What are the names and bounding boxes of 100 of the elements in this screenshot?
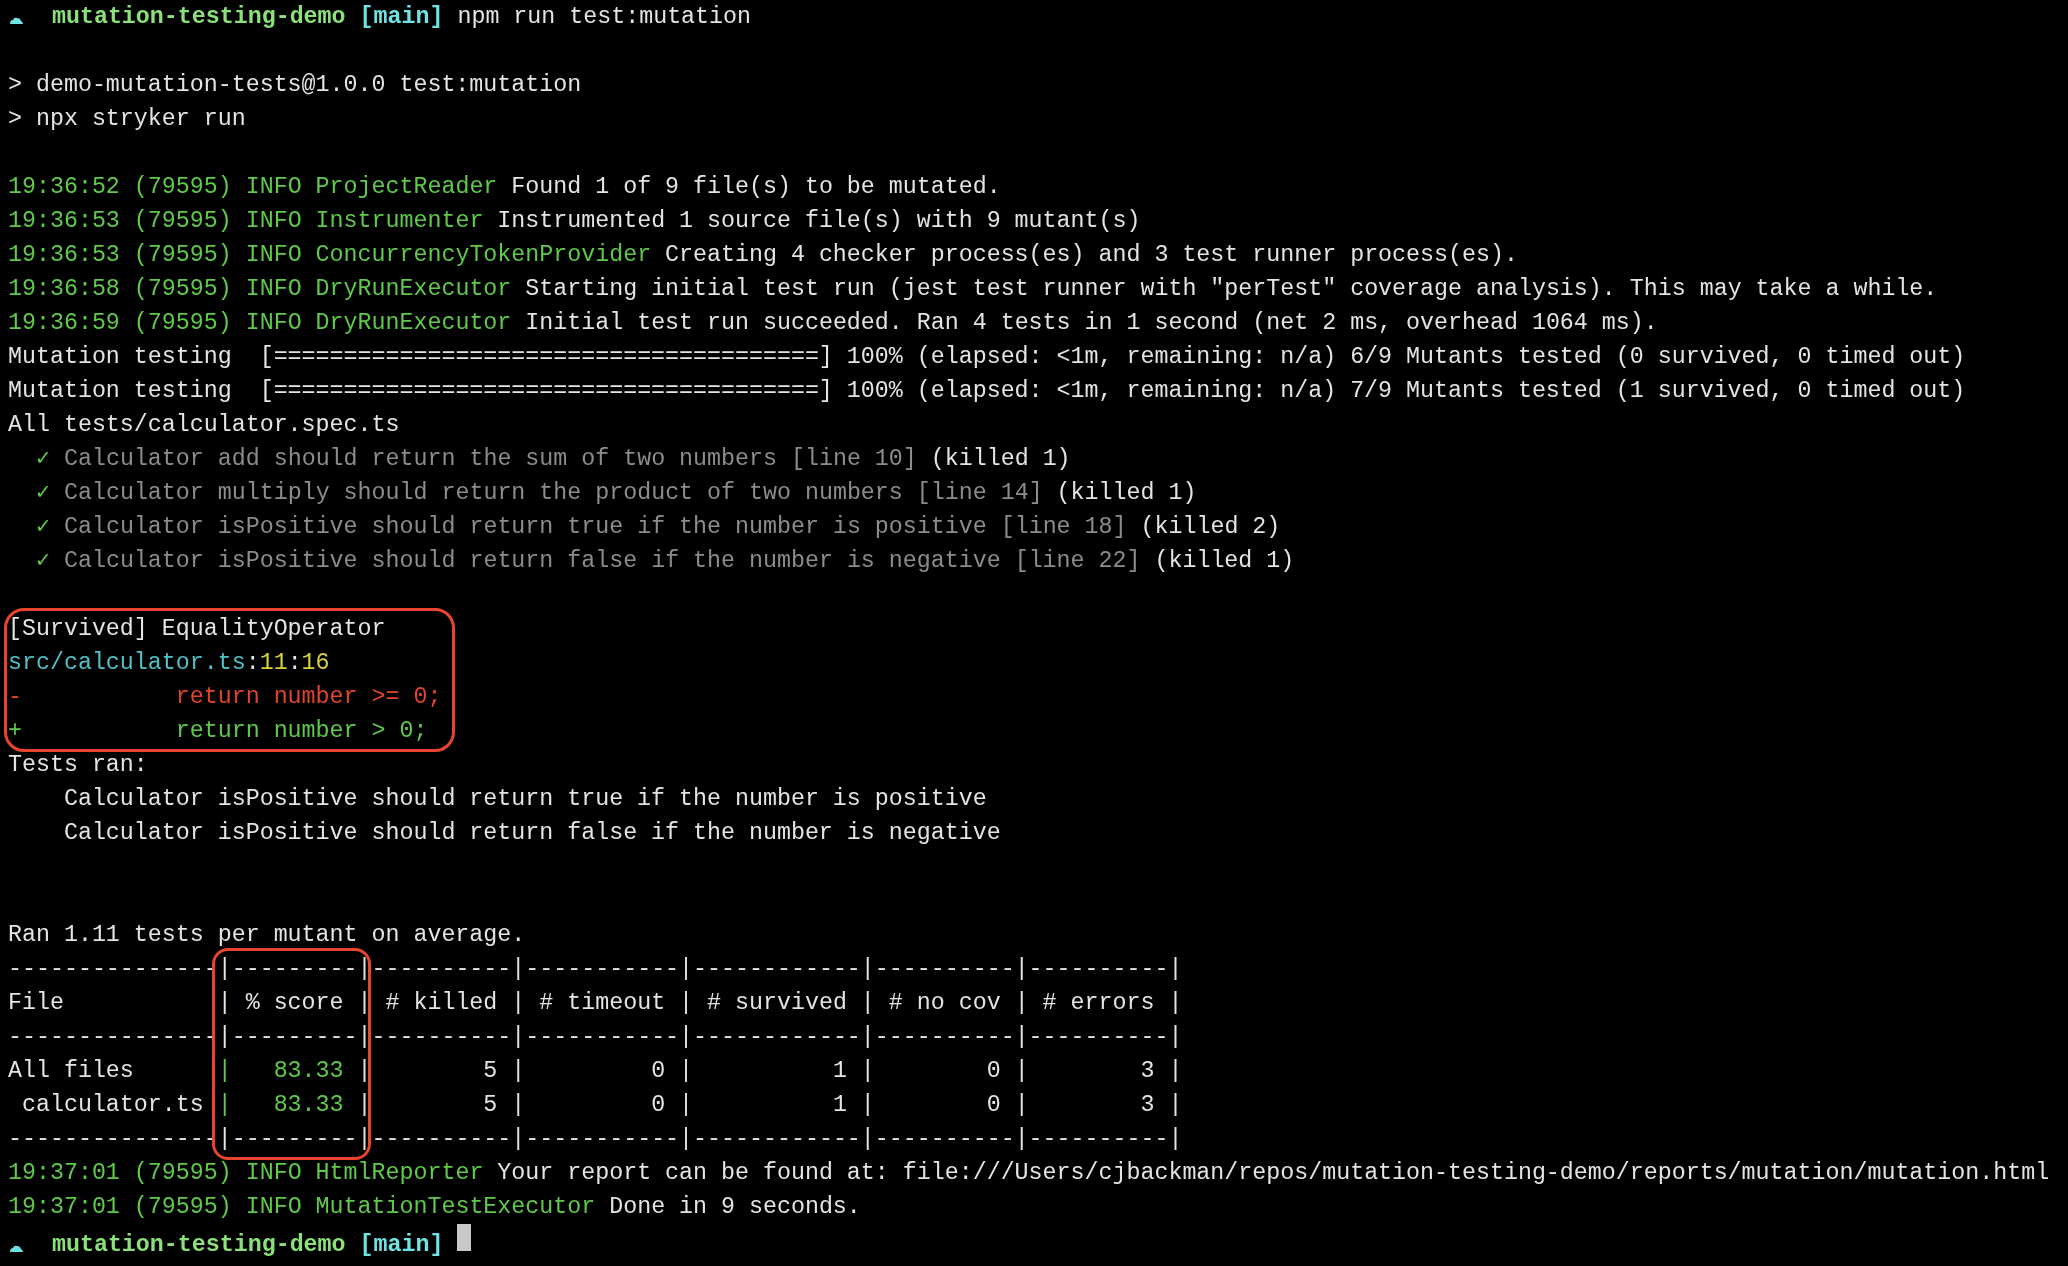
table-cell-text: | 0 xyxy=(860,1091,1002,1120)
table-rule: |----------| xyxy=(1014,1023,1183,1052)
table-cell-text: | 83.33 xyxy=(217,1057,345,1086)
log-message: Found 1 of 9 file(s) to be mutated. xyxy=(511,174,1001,200)
log-message: Your report can be found at: file:///Users/cjbackman/repos/mutation-testing-demo/reports/mutation/mutation.html xyxy=(497,1160,2050,1186)
line-reference: [line 22] xyxy=(1014,548,1141,574)
logger-name: Instrumenter xyxy=(315,208,484,234)
table-rule: |----------| xyxy=(1014,955,1183,984)
mutator-name: EqualityOperator xyxy=(161,616,386,642)
mutant-status: [Survived] xyxy=(8,616,148,642)
column-number: 16 xyxy=(301,650,330,676)
log-message: Done in 9 seconds. xyxy=(609,1194,861,1220)
check-mark: ✓ xyxy=(35,446,50,472)
branch-name: [main] xyxy=(359,1232,444,1258)
process-id: (79595) xyxy=(133,174,232,200)
test-name: Calculator isPositive should return true if the number is positive xyxy=(64,514,987,540)
kill-count: (killed 1) xyxy=(930,446,1071,472)
table-cell-text: | 1 xyxy=(679,1091,848,1120)
logger-name: ProjectReader xyxy=(315,174,498,200)
logger-name: ConcurrencyTokenProvider xyxy=(315,242,652,268)
separator: : xyxy=(287,650,302,676)
table-rule: |---------- xyxy=(860,955,1015,984)
test-name: Calculator isPositive should return false if the number is negative xyxy=(64,548,1001,574)
log-level: INFO xyxy=(245,1160,302,1186)
table-cell-text: | 0 xyxy=(860,1057,1002,1086)
test-name: Calculator multiply should return the product of two numbers xyxy=(64,480,903,506)
line-reference: [line 14] xyxy=(916,480,1043,506)
table-rule: |--------- xyxy=(217,1023,358,1052)
process-id: (79595) xyxy=(133,1194,232,1220)
table-rule: --------------- xyxy=(8,1023,218,1052)
table-cell-text: | 5 xyxy=(357,1091,499,1120)
branch-name: [main] xyxy=(359,4,444,30)
code-line: return number >= 0; xyxy=(175,684,442,710)
line-reference: [line 18] xyxy=(1000,514,1127,540)
column-header: File xyxy=(8,989,65,1018)
log-level: INFO xyxy=(245,242,302,268)
column-header: | # no cov xyxy=(860,989,1002,1018)
log-level: INFO xyxy=(245,1194,302,1220)
log-level: INFO xyxy=(245,174,302,200)
column-header: | # killed xyxy=(357,989,499,1018)
log-message: Creating 4 checker process(es) and 3 test runner process(es). xyxy=(665,242,1518,268)
log-level: INFO xyxy=(245,208,302,234)
separator: : xyxy=(245,650,260,676)
table-rule: |--------- xyxy=(217,1125,358,1154)
timestamp: 19:36:59 xyxy=(8,310,120,336)
table-rule: |------------ xyxy=(679,955,861,984)
output-line: > demo-mutation-tests@1.0.0 test:mutation xyxy=(8,72,582,98)
code-line: return number > 0; xyxy=(175,718,428,744)
diff-sign: + xyxy=(8,718,22,744)
table-cell-text: | 3 | xyxy=(1014,1057,1183,1086)
log-level: INFO xyxy=(245,310,302,336)
table-rule: |--------- xyxy=(217,955,358,984)
line-reference: [line 10] xyxy=(791,446,917,472)
progress-label: Mutation testing xyxy=(8,378,232,404)
table-cell-text: calculator.ts xyxy=(20,1091,205,1120)
check-mark: ✓ xyxy=(35,514,50,540)
progress-summary: 100% (elapsed: <1m, remaining: n/a) 7/9 Mutants tested (1 survived, 0 timed out) xyxy=(846,378,1966,404)
table-cell-text: | 0 xyxy=(511,1091,667,1120)
timestamp: 19:36:52 xyxy=(8,174,120,200)
timestamp: 19:36:53 xyxy=(8,208,120,234)
table-rule: |----------| xyxy=(1014,1125,1183,1154)
table-cell-text: | 1 xyxy=(679,1057,848,1086)
output-line: > npx stryker run xyxy=(8,106,246,132)
kill-count: (killed 2) xyxy=(1140,514,1281,540)
check-mark: ✓ xyxy=(35,548,50,574)
logger-name: DryRunExecutor xyxy=(315,276,512,302)
kill-count: (killed 1) xyxy=(1056,480,1197,506)
test-name: Calculator isPositive should return true if the number is positive xyxy=(63,786,987,812)
log-message: Initial test run succeeded. Ran 4 tests in 1 second (net 2 ms, overhead 1064 ms). xyxy=(525,310,1658,336)
table-cell-text: | 0 xyxy=(511,1057,667,1086)
table-rule: |------------ xyxy=(679,1023,861,1052)
table-rule: |----------- xyxy=(511,1125,680,1154)
kill-count: (killed 1) xyxy=(1154,548,1295,574)
log-message: Starting initial test run (jest test runner with "perTest" coverage analysis). This may take a while. xyxy=(525,276,1938,302)
log-message: Instrumented 1 source file(s) with 9 mutant(s) xyxy=(497,208,1141,234)
table-cell-text: | 83.33 xyxy=(217,1091,345,1120)
check-mark: ✓ xyxy=(35,480,50,506)
timestamp: 19:37:01 xyxy=(8,1194,120,1220)
process-id: (79595) xyxy=(133,208,232,234)
table-rule: |---------- xyxy=(860,1023,1015,1052)
table-cell-text: | 3 | xyxy=(1014,1091,1183,1120)
column-header: | % score xyxy=(217,989,345,1018)
diff-sign: - xyxy=(8,684,22,710)
directory-name: mutation-testing-demo xyxy=(51,4,346,30)
logger-name: DryRunExecutor xyxy=(315,310,512,336)
progress-label: Mutation testing xyxy=(8,344,232,370)
line-number: 11 xyxy=(259,650,288,676)
timestamp: 19:37:01 xyxy=(8,1160,120,1186)
timestamp: 19:36:53 xyxy=(8,242,120,268)
logger-name: MutationTestExecutor xyxy=(315,1194,596,1220)
column-header: | # survived xyxy=(679,989,848,1018)
process-id: (79595) xyxy=(133,276,232,302)
process-id: (79595) xyxy=(133,242,232,268)
logger-name: HtmlReporter xyxy=(315,1160,484,1186)
progress-bar-text: [=======================================] xyxy=(259,378,833,404)
output-line: All tests/calculator.spec.ts xyxy=(8,412,400,438)
column-header: | # timeout xyxy=(511,989,667,1018)
progress-bar-text: [=======================================] xyxy=(259,344,833,370)
process-id: (79595) xyxy=(133,310,232,336)
test-name: Calculator isPositive should return false if the number is negative xyxy=(63,820,1001,846)
